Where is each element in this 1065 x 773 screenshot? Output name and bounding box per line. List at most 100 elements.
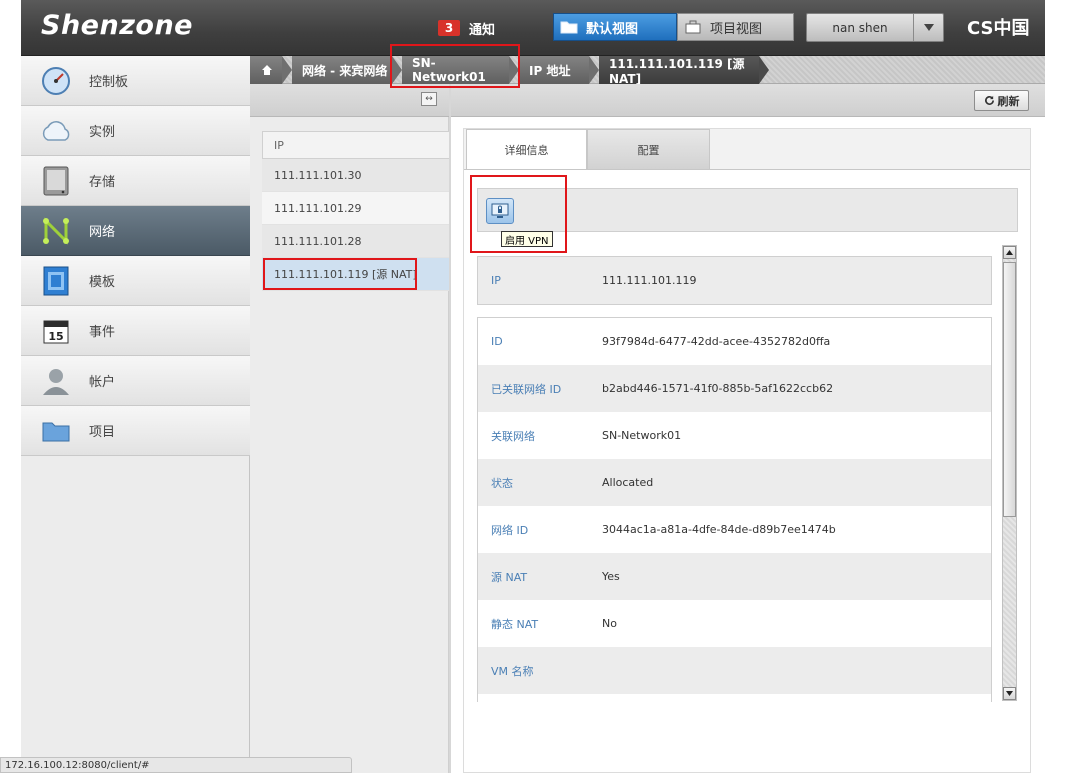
sidebar-item-accounts[interactable]: 帐户 [21, 356, 250, 406]
breadcrumb-ip-address[interactable]: IP 地址 [519, 56, 599, 84]
field-key: 已关联网络 ID [491, 382, 562, 396]
app-window: Shenzone 3 通知 默认视图 项目视图 nan shen CS中国 控制… [21, 0, 1045, 773]
detail-row-associated-network: 关联网络 SN-Network01 [478, 412, 991, 459]
notifications-button[interactable]: 3 通知 [438, 19, 496, 38]
field-key: 关联网络 [491, 429, 535, 443]
detail-row-state: 状态 Allocated [478, 459, 991, 506]
user-icon [40, 365, 72, 397]
cloud-icon [40, 115, 72, 147]
scroll-up-icon[interactable] [1003, 246, 1016, 259]
user-name: nan shen [832, 20, 888, 35]
column-header-ip[interactable]: IP [262, 131, 449, 159]
field-value: 93f7984d-6477-42dd-acee-4352782d0ffa [602, 335, 831, 348]
refresh-icon [984, 95, 994, 105]
field-value: 3044ac1a-a81a-4dfe-84de-d89b7ee1474b [602, 523, 836, 536]
detail-row-static-nat: 静态 NAT No [478, 600, 991, 647]
field-key: 状态 [491, 476, 513, 490]
sidebar-item-label: 项目 [89, 425, 116, 440]
tab-details[interactable]: 详细信息 [466, 129, 587, 169]
detail-panel: 刷新 详细信息 配置 启用 VPN IP 111.111.101.119 ID … [449, 84, 1045, 773]
top-header: Shenzone 3 通知 默认视图 项目视图 nan shen CS中国 [21, 0, 1045, 56]
sidebar-item-label: 模板 [89, 275, 116, 290]
breadcrumb-network[interactable]: 网络 - 来宾网络 [292, 56, 402, 84]
sidebar-item-label: 控制板 [89, 75, 129, 90]
template-icon [40, 265, 72, 297]
field-key: 网络 ID [491, 523, 529, 537]
detail-row-vm-name: VM 名称 [478, 647, 991, 694]
sidebar-item-label: 存储 [89, 175, 116, 190]
action-bar [477, 188, 1018, 232]
detail-toolbar: 刷新 [451, 84, 1045, 117]
sidebar-item-label: 网络 [89, 225, 116, 240]
brand-logo: CS中国 [967, 18, 1030, 39]
tab-bar: 详细信息 配置 [464, 129, 1030, 169]
field-key: VM 名称 [491, 664, 534, 678]
sidebar-item-network[interactable]: 网络 [21, 206, 250, 256]
list-toolbar: ↔ [250, 84, 449, 117]
list-item[interactable]: 111.111.101.30 [262, 159, 449, 192]
field-value: 111.111.101.119 [602, 274, 697, 287]
list-item-selected[interactable]: 111.111.101.119 [源 NAT] [262, 258, 449, 291]
sidebar-item-projects[interactable]: 项目 [21, 406, 250, 456]
detail-row-id: ID 93f7984d-6477-42dd-acee-4352782d0ffa [478, 318, 991, 365]
default-view-label: 默认视图 [586, 21, 639, 37]
default-view-button[interactable]: 默认视图 [553, 13, 677, 41]
app-logo[interactable]: Shenzone [41, 10, 193, 41]
dashboard-icon [40, 65, 72, 97]
refresh-button[interactable]: 刷新 [974, 90, 1029, 111]
user-menu[interactable]: nan shen [806, 13, 944, 42]
scroll-down-icon[interactable] [1003, 687, 1016, 700]
detail-row-network-id: 网络 ID 3044ac1a-a81a-4dfe-84de-d89b7ee147… [478, 506, 991, 553]
field-key: IP [491, 274, 501, 287]
breadcrumb-current-ip: 111.111.101.119 [源 NAT] [599, 56, 769, 86]
collapse-panel-icon[interactable]: ↔ [421, 92, 437, 106]
ip-group: IP 111.111.101.119 [477, 256, 992, 305]
sidebar-item-instances[interactable]: 实例 [21, 106, 250, 156]
field-value: SN-Network01 [602, 429, 682, 442]
sidebar-item-templates[interactable]: 模板 [21, 256, 250, 306]
sidebar-item-events[interactable]: 15 事件 [21, 306, 250, 356]
field-key: ID [491, 335, 503, 348]
field-key: 静态 NAT [491, 617, 539, 631]
breadcrumb-home[interactable] [250, 56, 292, 84]
project-icon [685, 20, 701, 34]
detail-body: 详细信息 配置 启用 VPN IP 111.111.101.119 ID 93f… [463, 128, 1031, 773]
project-view-button[interactable]: 项目视图 [677, 13, 794, 41]
field-value: Yes [602, 570, 620, 583]
list-item[interactable]: 111.111.101.29 [262, 192, 449, 225]
notification-label: 通知 [469, 22, 496, 38]
folder-icon [40, 415, 72, 447]
sidebar-item-dashboard[interactable]: 控制板 [21, 56, 250, 106]
ip-list-table: IP 111.111.101.30 111.111.101.29 111.111… [262, 131, 449, 291]
breadcrumb-sn-network[interactable]: SN-Network01 [402, 56, 519, 84]
detail-row-associated-network-id: 已关联网络 ID b2abd446-1571-41f0-885b-5af1622… [478, 365, 991, 412]
tab-content: 启用 VPN IP 111.111.101.119 ID 93f7984d-64… [464, 169, 1030, 772]
vertical-scrollbar[interactable] [1002, 245, 1017, 701]
sidebar-item-label: 事件 [89, 325, 116, 340]
list-item[interactable]: 111.111.101.28 [262, 225, 449, 258]
chevron-down-icon[interactable] [913, 14, 943, 41]
field-value: b2abd446-1571-41f0-885b-5af1622ccb62 [602, 382, 834, 395]
field-value: Allocated [602, 476, 654, 489]
sidebar-item-label: 帐户 [89, 375, 116, 390]
field-value: No [602, 617, 617, 630]
project-view-label: 项目视图 [710, 21, 763, 37]
ip-list-panel: ↔ IP 111.111.101.30 111.111.101.29 111.1… [250, 84, 449, 773]
sidebar-item-label: 实例 [89, 125, 116, 140]
detail-fields-scroll-area[interactable]: IP 111.111.101.119 ID 93f7984d-6477-42dd… [477, 256, 1004, 702]
refresh-label: 刷新 [997, 94, 1020, 108]
field-key: 源 NAT [491, 570, 528, 584]
detail-row-ip: IP 111.111.101.119 [478, 257, 991, 304]
detail-row-source-nat: 源 NAT Yes [478, 553, 991, 600]
calendar-icon: 15 [40, 315, 72, 347]
tab-configuration[interactable]: 配置 [587, 129, 710, 169]
breadcrumb: 网络 - 来宾网络 SN-Network01 IP 地址 111.111.101… [250, 56, 1045, 86]
enable-vpn-button[interactable] [486, 198, 514, 224]
info-group: ID 93f7984d-6477-42dd-acee-4352782d0ffa … [477, 317, 992, 702]
scrollbar-thumb[interactable] [1003, 262, 1016, 517]
home-icon [262, 65, 272, 75]
network-icon [40, 215, 72, 247]
sidebar-item-storage[interactable]: 存储 [21, 156, 250, 206]
enable-vpn-tooltip: 启用 VPN [501, 231, 553, 247]
vpn-icon [491, 203, 509, 218]
